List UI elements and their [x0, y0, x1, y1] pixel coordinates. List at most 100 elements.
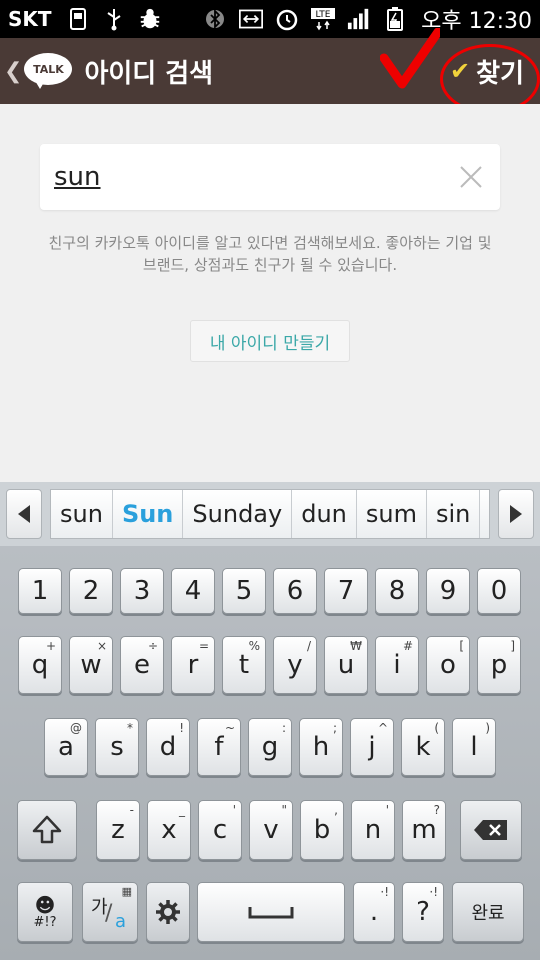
number-key-8[interactable]: 8 [375, 568, 419, 614]
question-key-label: ? [416, 897, 430, 927]
key-label: 5 [235, 576, 253, 606]
letter-key-j[interactable]: ^ j [350, 718, 394, 776]
language-english-label: a [115, 911, 127, 932]
shift-key[interactable] [17, 800, 77, 860]
key-label: 9 [439, 576, 457, 606]
arrow-right-icon [510, 505, 522, 523]
shift-icon [32, 815, 62, 844]
letter-key-w[interactable]: × w [69, 636, 113, 694]
key-label: d [159, 732, 177, 762]
letter-key-z[interactable]: -z [96, 800, 140, 860]
language-key[interactable]: ▦ 가 / a [82, 882, 138, 942]
letter-key-v[interactable]: " v [249, 800, 293, 860]
key-label: e [134, 650, 150, 680]
suggestion-item[interactable]: sin [427, 490, 481, 538]
letter-key-s[interactable]: * s [95, 718, 139, 776]
debug-bug-icon [138, 7, 162, 31]
suggestion-right-button[interactable] [498, 489, 534, 539]
letter-key-f[interactable]: ~ f [197, 718, 241, 776]
number-key-6[interactable]: 6 [273, 568, 317, 614]
letter-key-h[interactable]: ; h [299, 718, 343, 776]
letter-key-g[interactable]: :g [248, 718, 292, 776]
id-search-input[interactable] [54, 162, 414, 192]
suggestion-item[interactable]: sum [357, 490, 427, 538]
key-label: y [287, 650, 303, 680]
number-key-3[interactable]: 3 [120, 568, 164, 614]
period-key-secondary: ·! [380, 885, 389, 899]
space-icon [248, 907, 294, 919]
key-secondary-label: @ [70, 721, 82, 735]
key-secondary-label: ' [385, 803, 389, 817]
key-secondary-label: ) [485, 721, 490, 735]
number-key-2[interactable]: 2 [69, 568, 113, 614]
suggestion-item[interactable]: sun [51, 490, 113, 538]
number-key-9[interactable]: 9 [426, 568, 470, 614]
letter-key-y[interactable]: / y [273, 636, 317, 694]
key-secondary-label: ^ [377, 721, 388, 735]
symbols-key[interactable]: ☻ #!? [17, 882, 73, 942]
letter-key-b[interactable]: ,b [300, 800, 344, 860]
status-bar: SKT LTE 오후 12:30 [0, 0, 540, 38]
key-secondary-label: ₩ [350, 639, 362, 653]
kakaotalk-logo[interactable]: TALK [24, 49, 74, 93]
backspace-key[interactable] [460, 800, 522, 860]
suggestion-item[interactable]: Sun [113, 490, 184, 538]
key-secondary-label: / [306, 639, 311, 653]
letter-key-n[interactable]: ' n [351, 800, 395, 860]
key-label: o [440, 650, 456, 680]
letter-key-q[interactable]: + q [18, 636, 62, 694]
key-label: 7 [337, 576, 355, 606]
letter-key-a[interactable]: @ a [44, 718, 88, 776]
letter-key-c[interactable]: ' c [198, 800, 242, 860]
key-label: 4 [184, 576, 202, 606]
number-key-5[interactable]: 5 [222, 568, 266, 614]
key-label: u [337, 650, 355, 680]
settings-key[interactable] [146, 882, 190, 942]
period-key[interactable]: ·! . [353, 882, 395, 942]
letter-key-l[interactable]: ) l [452, 718, 496, 776]
number-key-4[interactable]: 4 [171, 568, 215, 614]
suggestion-item[interactable]: Sunday [183, 490, 293, 538]
space-key[interactable] [197, 882, 345, 942]
bluetooth-icon [203, 7, 227, 31]
letter-key-u[interactable]: ₩ u [324, 636, 368, 694]
number-key-0[interactable]: 0 [477, 568, 521, 614]
number-key-1[interactable]: 1 [18, 568, 62, 614]
letter-key-k[interactable]: (k [401, 718, 445, 776]
gear-icon [156, 900, 180, 924]
key-label: l [470, 732, 478, 762]
key-secondary-label: + [45, 639, 56, 653]
key-label: x [161, 815, 177, 845]
usb-storage-icon [66, 7, 90, 31]
letter-key-p[interactable]: ] p [477, 636, 521, 694]
key-label: a [58, 732, 74, 762]
key-secondary-label: , [334, 803, 338, 817]
key-label: f [214, 732, 224, 762]
letter-key-d[interactable]: ! d [146, 718, 190, 776]
back-chevron-icon[interactable]: ❮ [4, 59, 22, 84]
number-key-7[interactable]: 7 [324, 568, 368, 614]
key-secondary-label: ÷ [147, 639, 158, 653]
letter-key-t[interactable]: % t [222, 636, 266, 694]
keyboard-settings-icon: ▦ [121, 885, 132, 898]
question-key-secondary: ·! [429, 885, 438, 899]
key-secondary-label: % [248, 639, 260, 653]
suggestion-left-button[interactable] [6, 489, 42, 539]
clear-icon[interactable] [458, 164, 484, 190]
key-label: c [212, 815, 228, 845]
letter-key-i[interactable]: # i [375, 636, 419, 694]
carrier-label: SKT [8, 7, 52, 31]
letter-key-o[interactable]: [o [426, 636, 470, 694]
suggestion-list: sun Sun Sunday dun sum sin [50, 489, 490, 539]
create-id-button[interactable]: 내 아이디 만들기 [190, 320, 350, 362]
done-key[interactable]: 완료 [452, 882, 524, 942]
key-label: i [393, 650, 401, 680]
question-key[interactable]: ·! ? [402, 882, 444, 942]
key-secondary-label: × [96, 639, 107, 653]
suggestion-item[interactable]: dun [292, 490, 357, 538]
letter-key-r[interactable]: = r [171, 636, 215, 694]
letter-key-x[interactable]: _ x [147, 800, 191, 860]
key-label: 8 [388, 576, 406, 606]
letter-key-e[interactable]: ÷ e [120, 636, 164, 694]
letter-key-m[interactable]: ? m [402, 800, 446, 860]
